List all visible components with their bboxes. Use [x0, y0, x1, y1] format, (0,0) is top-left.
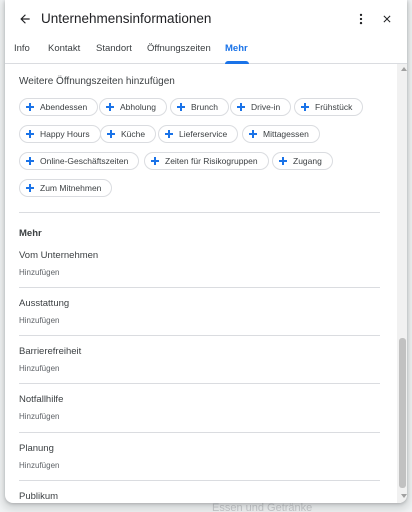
- chip-label: Happy Hours: [40, 129, 90, 139]
- row-label-amenities: Ausstattung: [19, 298, 70, 309]
- chip-brunch[interactable]: Brunch: [170, 98, 229, 116]
- plus-icon: [26, 130, 34, 138]
- plus-icon: [249, 130, 257, 138]
- tab-bar: Info Kontakt Standort Öffnungszeiten Meh…: [5, 38, 407, 64]
- plus-icon: [177, 103, 185, 111]
- add-amenities-link[interactable]: Hinzufügen: [19, 316, 59, 325]
- chip-online-hours[interactable]: Online-Geschäftszeiten: [19, 152, 140, 170]
- chip-label: Lieferservice: [179, 129, 228, 139]
- chip-mittagessen[interactable]: Mittagessen: [242, 125, 320, 143]
- back-button[interactable]: [13, 7, 37, 31]
- tab-location[interactable]: Standort: [96, 43, 132, 54]
- chip-label: Küche: [121, 129, 146, 139]
- chip-takeaway[interactable]: Zum Mitnehmen: [19, 179, 113, 197]
- section-divider: [19, 212, 380, 213]
- plus-icon: [279, 157, 287, 165]
- background-text: Essen und Getränke: [212, 502, 313, 512]
- close-icon: [383, 15, 391, 23]
- chip-abendessen[interactable]: Abendessen: [19, 98, 99, 116]
- chip-label: Brunch: [191, 102, 218, 112]
- scroll-up-arrow[interactable]: [401, 67, 407, 71]
- more-options-button[interactable]: [349, 7, 373, 31]
- chip-fruehstueck[interactable]: Frühstück: [294, 98, 364, 116]
- row-divider: [19, 480, 380, 481]
- more-hours-title: Weitere Öffnungszeiten hinzufügen: [19, 76, 175, 87]
- chip-label: Zum Mitnehmen: [40, 183, 102, 193]
- add-planning-link[interactable]: Hinzufügen: [19, 461, 59, 470]
- plus-icon: [106, 103, 114, 111]
- dialog-content: Weitere Öffnungszeiten hinzufügen Abende…: [5, 64, 397, 503]
- plus-icon: [26, 157, 34, 165]
- plus-icon: [237, 103, 245, 111]
- chip-label: Frühstück: [315, 102, 353, 112]
- chip-drive-in[interactable]: Drive-in: [230, 98, 292, 116]
- add-emergency-aid-link[interactable]: Hinzufügen: [19, 412, 59, 421]
- chip-label: Drive-in: [251, 102, 281, 112]
- plus-icon: [301, 103, 309, 111]
- chip-label: Zeiten für Risikogruppen: [165, 156, 258, 166]
- row-divider: [19, 287, 380, 288]
- row-label-accessibility: Barrierefreiheit: [19, 346, 82, 357]
- chip-label: Zugang: [293, 156, 322, 166]
- row-divider: [19, 383, 380, 384]
- plus-icon: [151, 157, 159, 165]
- business-info-dialog: Unternehmensinformationen Info Kontakt S…: [5, 0, 407, 503]
- scrollbar-thumb[interactable]: [399, 338, 406, 488]
- chip-abholung[interactable]: Abholung: [99, 98, 167, 116]
- plus-icon: [26, 103, 34, 111]
- plus-icon: [26, 184, 34, 192]
- chip-happy-hours[interactable]: Happy Hours: [19, 125, 101, 143]
- dialog-title: Unternehmensinformationen: [41, 11, 212, 26]
- tab-opening-hours[interactable]: Öffnungszeiten: [147, 43, 211, 54]
- chip-label: Online-Geschäftszeiten: [40, 156, 129, 166]
- row-label-emergency-aid: Notfallhilfe: [19, 394, 64, 405]
- close-button[interactable]: [375, 7, 399, 31]
- chip-lieferservice[interactable]: Lieferservice: [158, 125, 239, 143]
- row-label-planning: Planung: [19, 443, 54, 454]
- tab-contact[interactable]: Kontakt: [48, 43, 80, 54]
- row-label-from-business: Vom Unternehmen: [19, 250, 99, 261]
- scroll-down-arrow[interactable]: [401, 494, 407, 498]
- more-section-title: Mehr: [19, 228, 42, 239]
- dialog-header: Unternehmensinformationen: [5, 0, 407, 38]
- add-from-business-link[interactable]: Hinzufügen: [19, 268, 59, 277]
- chip-risk-group-hours[interactable]: Zeiten für Risikogruppen: [144, 152, 269, 170]
- row-divider: [19, 432, 380, 433]
- chip-label: Abendessen: [40, 102, 88, 112]
- tab-info[interactable]: Info: [14, 43, 30, 54]
- chip-label: Abholung: [120, 102, 156, 112]
- row-divider: [19, 335, 380, 336]
- chip-label: Mittagessen: [263, 129, 309, 139]
- tab-more[interactable]: Mehr: [225, 43, 248, 54]
- row-label-audience: Publikum: [19, 491, 59, 502]
- arrow-back-icon: [20, 14, 30, 24]
- more-vert-icon: [359, 13, 363, 25]
- chip-kueche[interactable]: Küche: [100, 125, 157, 143]
- add-accessibility-link[interactable]: Hinzufügen: [19, 364, 59, 373]
- plus-icon: [165, 130, 173, 138]
- chip-zugang[interactable]: Zugang: [272, 152, 333, 170]
- plus-icon: [107, 130, 115, 138]
